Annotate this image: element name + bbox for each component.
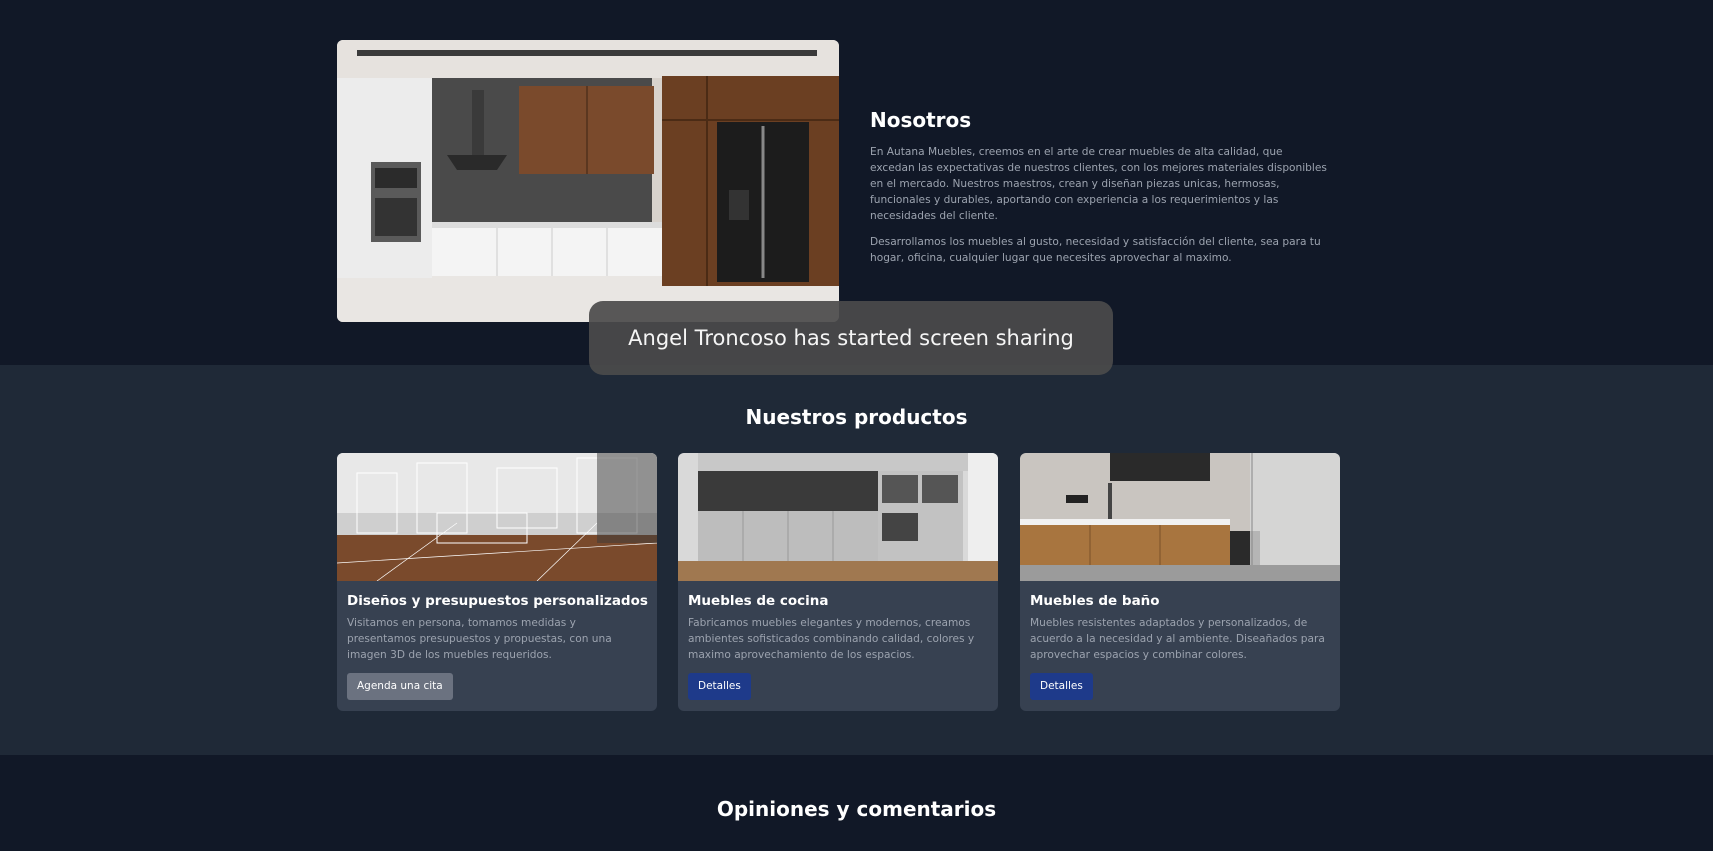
about-text-block: Nosotros En Autana Muebles, creemos en e… <box>870 108 1330 276</box>
screen-sharing-notification: Angel Troncoso has started screen sharin… <box>589 301 1113 375</box>
product-card-designs: Diseños y presupuestos personalizados Vi… <box>337 453 657 711</box>
schedule-appointment-button[interactable]: Agenda una cita <box>347 673 453 700</box>
bathroom-details-button[interactable]: Detalles <box>1030 673 1093 700</box>
product-card-title: Muebles de cocina <box>688 593 829 609</box>
office-3d-render-photo <box>337 453 657 581</box>
about-paragraph-2: Desarrollamos los muebles al gusto, nece… <box>870 236 1321 264</box>
product-card-description: Fabricamos muebles elegantes y modernos,… <box>688 617 975 661</box>
bathroom-furniture-photo <box>1020 453 1340 581</box>
products-title: Nuestros productos <box>745 405 968 429</box>
about-title: Nosotros <box>870 108 972 132</box>
reviews-section: Opiniones y comentarios <box>0 755 1713 851</box>
product-card-description: Muebles resistentes adaptados y personal… <box>1030 617 1325 661</box>
product-card-title: Muebles de baño <box>1030 593 1160 609</box>
product-card-title: Diseños y presupuestos personalizados <box>347 593 648 609</box>
kitchen-photo <box>337 40 839 322</box>
kitchen-furniture-photo <box>678 453 998 581</box>
product-card-bathroom: Muebles de baño Muebles resistentes adap… <box>1020 453 1340 711</box>
about-paragraph-1: En Autana Muebles, creemos en el arte de… <box>870 146 1327 222</box>
product-card-description: Visitamos en persona, tomamos medidas y … <box>347 617 612 661</box>
products-section: Nuestros productos Diseños y presupuesto… <box>0 365 1713 755</box>
kitchen-details-button[interactable]: Detalles <box>688 673 751 700</box>
reviews-title: Opiniones y comentarios <box>716 797 997 821</box>
product-card-kitchen: Muebles de cocina Fabricamos muebles ele… <box>678 453 998 711</box>
